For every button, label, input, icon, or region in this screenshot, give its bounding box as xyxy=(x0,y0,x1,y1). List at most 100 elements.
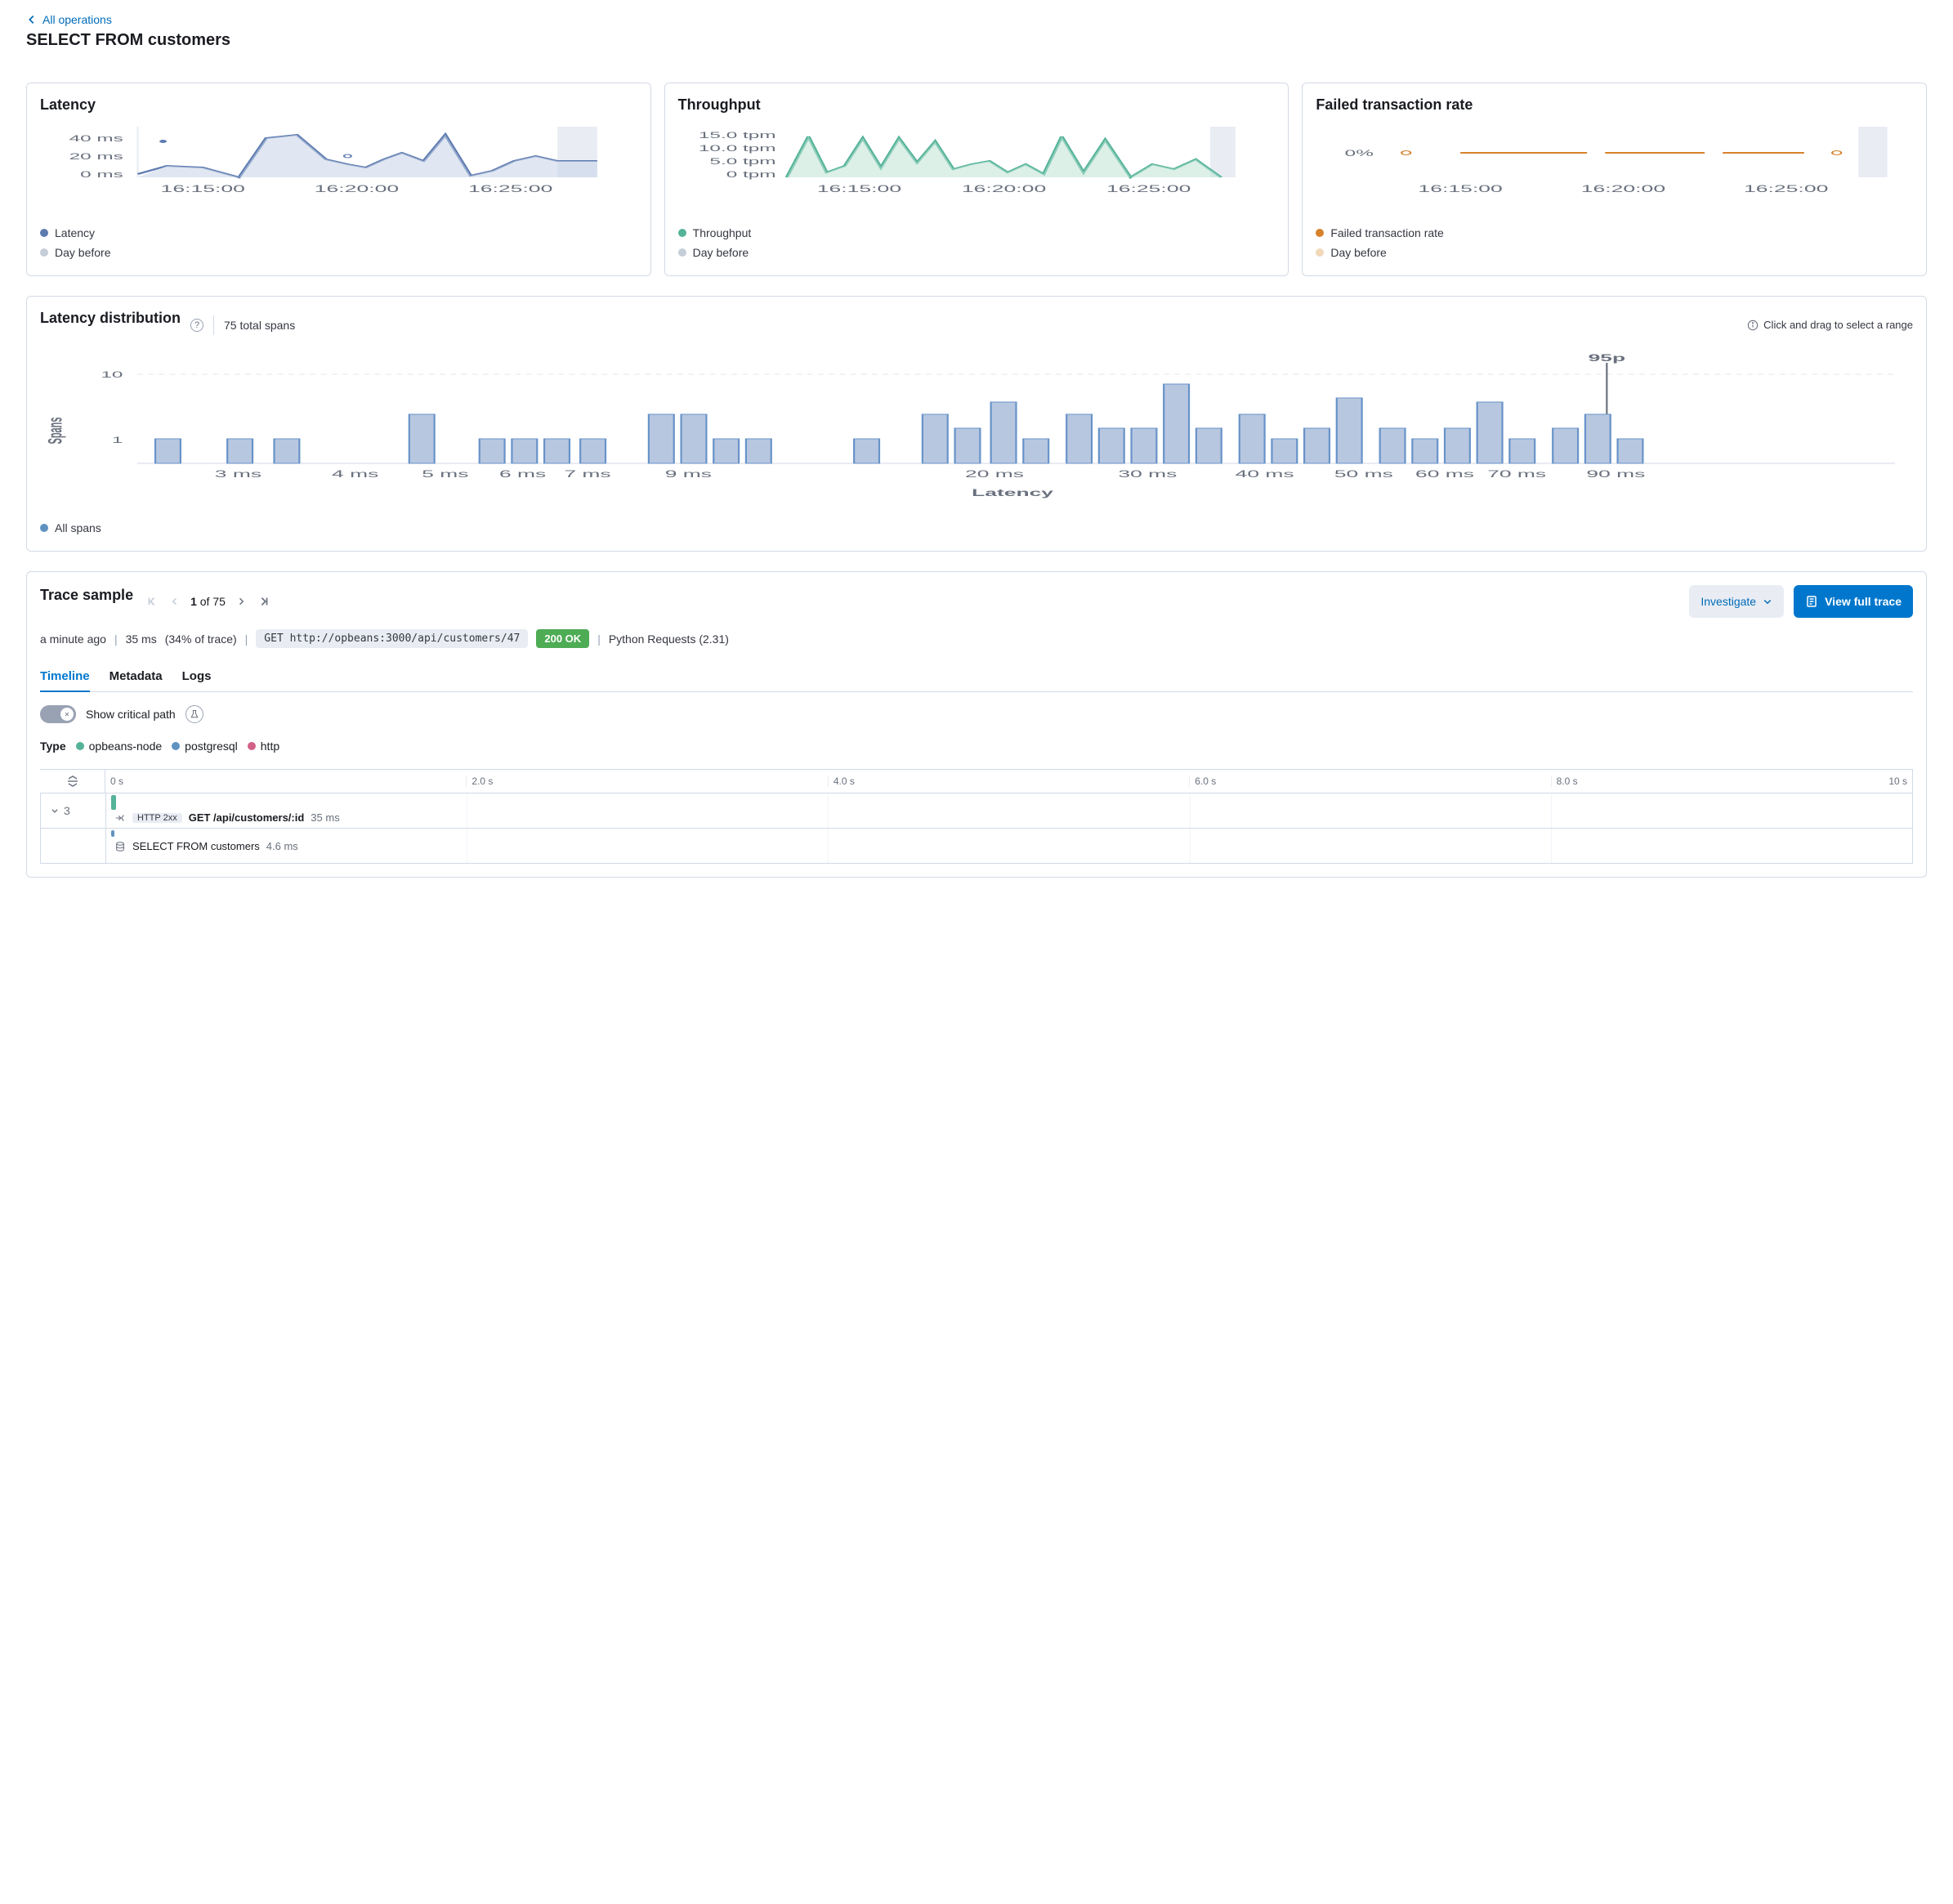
svg-text:5 ms: 5 ms xyxy=(422,468,468,479)
legend-item[interactable]: Day before xyxy=(40,243,637,262)
critical-path-label: Show critical path xyxy=(86,708,176,721)
legend-dot-icon xyxy=(678,229,686,237)
legend-item[interactable]: Day before xyxy=(678,243,1276,262)
divider xyxy=(213,315,214,335)
waterfall-row[interactable]: SELECT FROM customers 4.6 ms xyxy=(40,829,1913,864)
svg-text:60 ms: 60 ms xyxy=(1415,468,1474,479)
svg-text:16:20:00: 16:20:00 xyxy=(961,184,1045,194)
svg-text:3 ms: 3 ms xyxy=(215,468,261,479)
svg-text:16:15:00: 16:15:00 xyxy=(161,184,245,194)
legend-item[interactable]: Failed transaction rate xyxy=(1316,223,1913,243)
distribution-title: Latency distribution xyxy=(40,310,181,327)
svg-text:50 ms: 50 ms xyxy=(1334,468,1393,479)
svg-text:40 ms: 40 ms xyxy=(69,134,123,144)
beta-icon[interactable] xyxy=(185,705,203,723)
svg-text:5.0 tpm: 5.0 tpm xyxy=(709,157,775,167)
chevron-left-icon xyxy=(26,14,38,25)
trace-sample-title: Trace sample xyxy=(40,587,133,604)
svg-text:4 ms: 4 ms xyxy=(332,468,378,479)
throughput-card: Throughput 15.0 tpm 10.0 tpm 5.0 tpm 0 t… xyxy=(664,83,1289,276)
timeline-axis: 0 s 2.0 s 4.0 s 6.0 s 8.0 s 10 s xyxy=(40,769,1913,793)
tab-metadata[interactable]: Metadata xyxy=(109,661,163,691)
help-icon[interactable]: ? xyxy=(190,319,203,332)
svg-text:10.0 tpm: 10.0 tpm xyxy=(699,144,776,154)
legend-item-all-spans[interactable]: All spans xyxy=(40,518,1913,538)
svg-text:16:15:00: 16:15:00 xyxy=(1419,184,1503,194)
legend-item[interactable]: Latency xyxy=(40,223,637,243)
next-page-button[interactable] xyxy=(234,594,248,609)
type-item[interactable]: postgresql xyxy=(172,740,238,753)
incoming-request-icon xyxy=(114,812,126,824)
prev-page-button[interactable] xyxy=(168,594,182,609)
legend-dot-icon xyxy=(40,248,48,257)
svg-text:0%: 0% xyxy=(1345,149,1374,159)
failrate-chart[interactable]: 0% 16:15:00 16:20:00 16:25:00 xyxy=(1316,127,1913,217)
svg-text:Latency: Latency xyxy=(972,487,1054,498)
svg-text:0 ms: 0 ms xyxy=(80,170,123,180)
legend-dot-icon xyxy=(1316,229,1324,237)
svg-text:16:15:00: 16:15:00 xyxy=(816,184,901,194)
page-title: SELECT FROM customers xyxy=(26,31,1927,50)
trace-sample-card: Trace sample 1 of 75 xyxy=(26,571,1927,878)
trace-age: a minute ago xyxy=(40,632,106,646)
svg-text:30 ms: 30 ms xyxy=(1118,468,1177,479)
legend-dot-icon xyxy=(1316,248,1324,257)
svg-text:1: 1 xyxy=(112,435,123,445)
distribution-chart[interactable]: Spans 10 1 95p xyxy=(40,353,1913,508)
legend-dot-icon xyxy=(40,524,48,532)
trace-meta: a minute ago | 35 ms (34% of trace) | GE… xyxy=(40,629,1913,648)
trace-url-badge: GET http://opbeans:3000/api/customers/47 xyxy=(256,629,528,648)
legend-dot-icon xyxy=(76,742,84,750)
investigate-button[interactable]: Investigate xyxy=(1689,585,1784,618)
type-item[interactable]: http xyxy=(248,740,279,753)
type-item[interactable]: opbeans-node xyxy=(76,740,163,753)
trace-pager: 1 of 75 xyxy=(145,594,271,609)
svg-text:16:25:00: 16:25:00 xyxy=(468,184,552,194)
trace-tabs: Timeline Metadata Logs xyxy=(40,661,1913,692)
waterfall-timeline: 0 s 2.0 s 4.0 s 6.0 s 8.0 s 10 s 3 HTTP … xyxy=(40,769,1913,864)
legend-dot-icon xyxy=(172,742,180,750)
trace-client: Python Requests (2.31) xyxy=(609,632,729,646)
svg-text:70 ms: 70 ms xyxy=(1487,468,1546,479)
collapse-icon[interactable] xyxy=(40,770,105,793)
svg-text:16:25:00: 16:25:00 xyxy=(1744,184,1828,194)
info-icon xyxy=(1747,320,1759,331)
svg-text:20 ms: 20 ms xyxy=(965,468,1024,479)
document-icon xyxy=(1805,595,1818,608)
tab-logs[interactable]: Logs xyxy=(182,661,212,691)
critical-path-toggle[interactable] xyxy=(40,705,76,723)
breadcrumb-back[interactable]: All operations xyxy=(26,13,1927,26)
svg-text:16:20:00: 16:20:00 xyxy=(1581,184,1665,194)
legend-item[interactable]: Throughput xyxy=(678,223,1276,243)
legend-item[interactable]: Day before xyxy=(1316,243,1913,262)
svg-text:0 tpm: 0 tpm xyxy=(726,170,775,180)
svg-text:40 ms: 40 ms xyxy=(1236,468,1294,479)
breadcrumb-label: All operations xyxy=(42,13,112,26)
failrate-title: Failed transaction rate xyxy=(1316,96,1913,114)
failrate-card: Failed transaction rate 0% 16:15:00 16:2… xyxy=(1302,83,1927,276)
pager-text: 1 of 75 xyxy=(190,595,226,608)
chevron-down-icon xyxy=(1763,597,1772,606)
first-page-button[interactable] xyxy=(145,594,159,609)
last-page-button[interactable] xyxy=(257,594,271,609)
span-duration: 4.6 ms xyxy=(266,840,298,852)
type-legend: Type opbeans-node postgresql http xyxy=(40,740,1913,753)
waterfall-row[interactable]: 3 HTTP 2xx GET /api/customers/:id 35 ms xyxy=(40,793,1913,829)
status-badge: 200 OK xyxy=(536,629,589,648)
latency-card: Latency 40 ms 20 ms 0 ms 16:15:00 16:20:… xyxy=(26,83,651,276)
view-full-trace-button[interactable]: View full trace xyxy=(1794,585,1913,618)
svg-text:15.0 tpm: 15.0 tpm xyxy=(699,131,776,141)
svg-text:16:25:00: 16:25:00 xyxy=(1106,184,1191,194)
svg-text:20 ms: 20 ms xyxy=(69,152,123,162)
svg-text:9 ms: 9 ms xyxy=(665,468,712,479)
span-duration: 35 ms xyxy=(311,811,339,824)
latency-title: Latency xyxy=(40,96,637,114)
latency-chart[interactable]: 40 ms 20 ms 0 ms 16:15:00 16:20:00 16:25… xyxy=(40,127,637,217)
svg-text:6 ms: 6 ms xyxy=(499,468,546,479)
svg-text:16:20:00: 16:20:00 xyxy=(315,184,399,194)
throughput-chart[interactable]: 15.0 tpm 10.0 tpm 5.0 tpm 0 tpm 16:15:00… xyxy=(678,127,1276,217)
span-name: SELECT FROM customers xyxy=(132,840,260,852)
svg-text:7 ms: 7 ms xyxy=(564,468,610,479)
tab-timeline[interactable]: Timeline xyxy=(40,661,90,691)
legend-dot-icon xyxy=(678,248,686,257)
